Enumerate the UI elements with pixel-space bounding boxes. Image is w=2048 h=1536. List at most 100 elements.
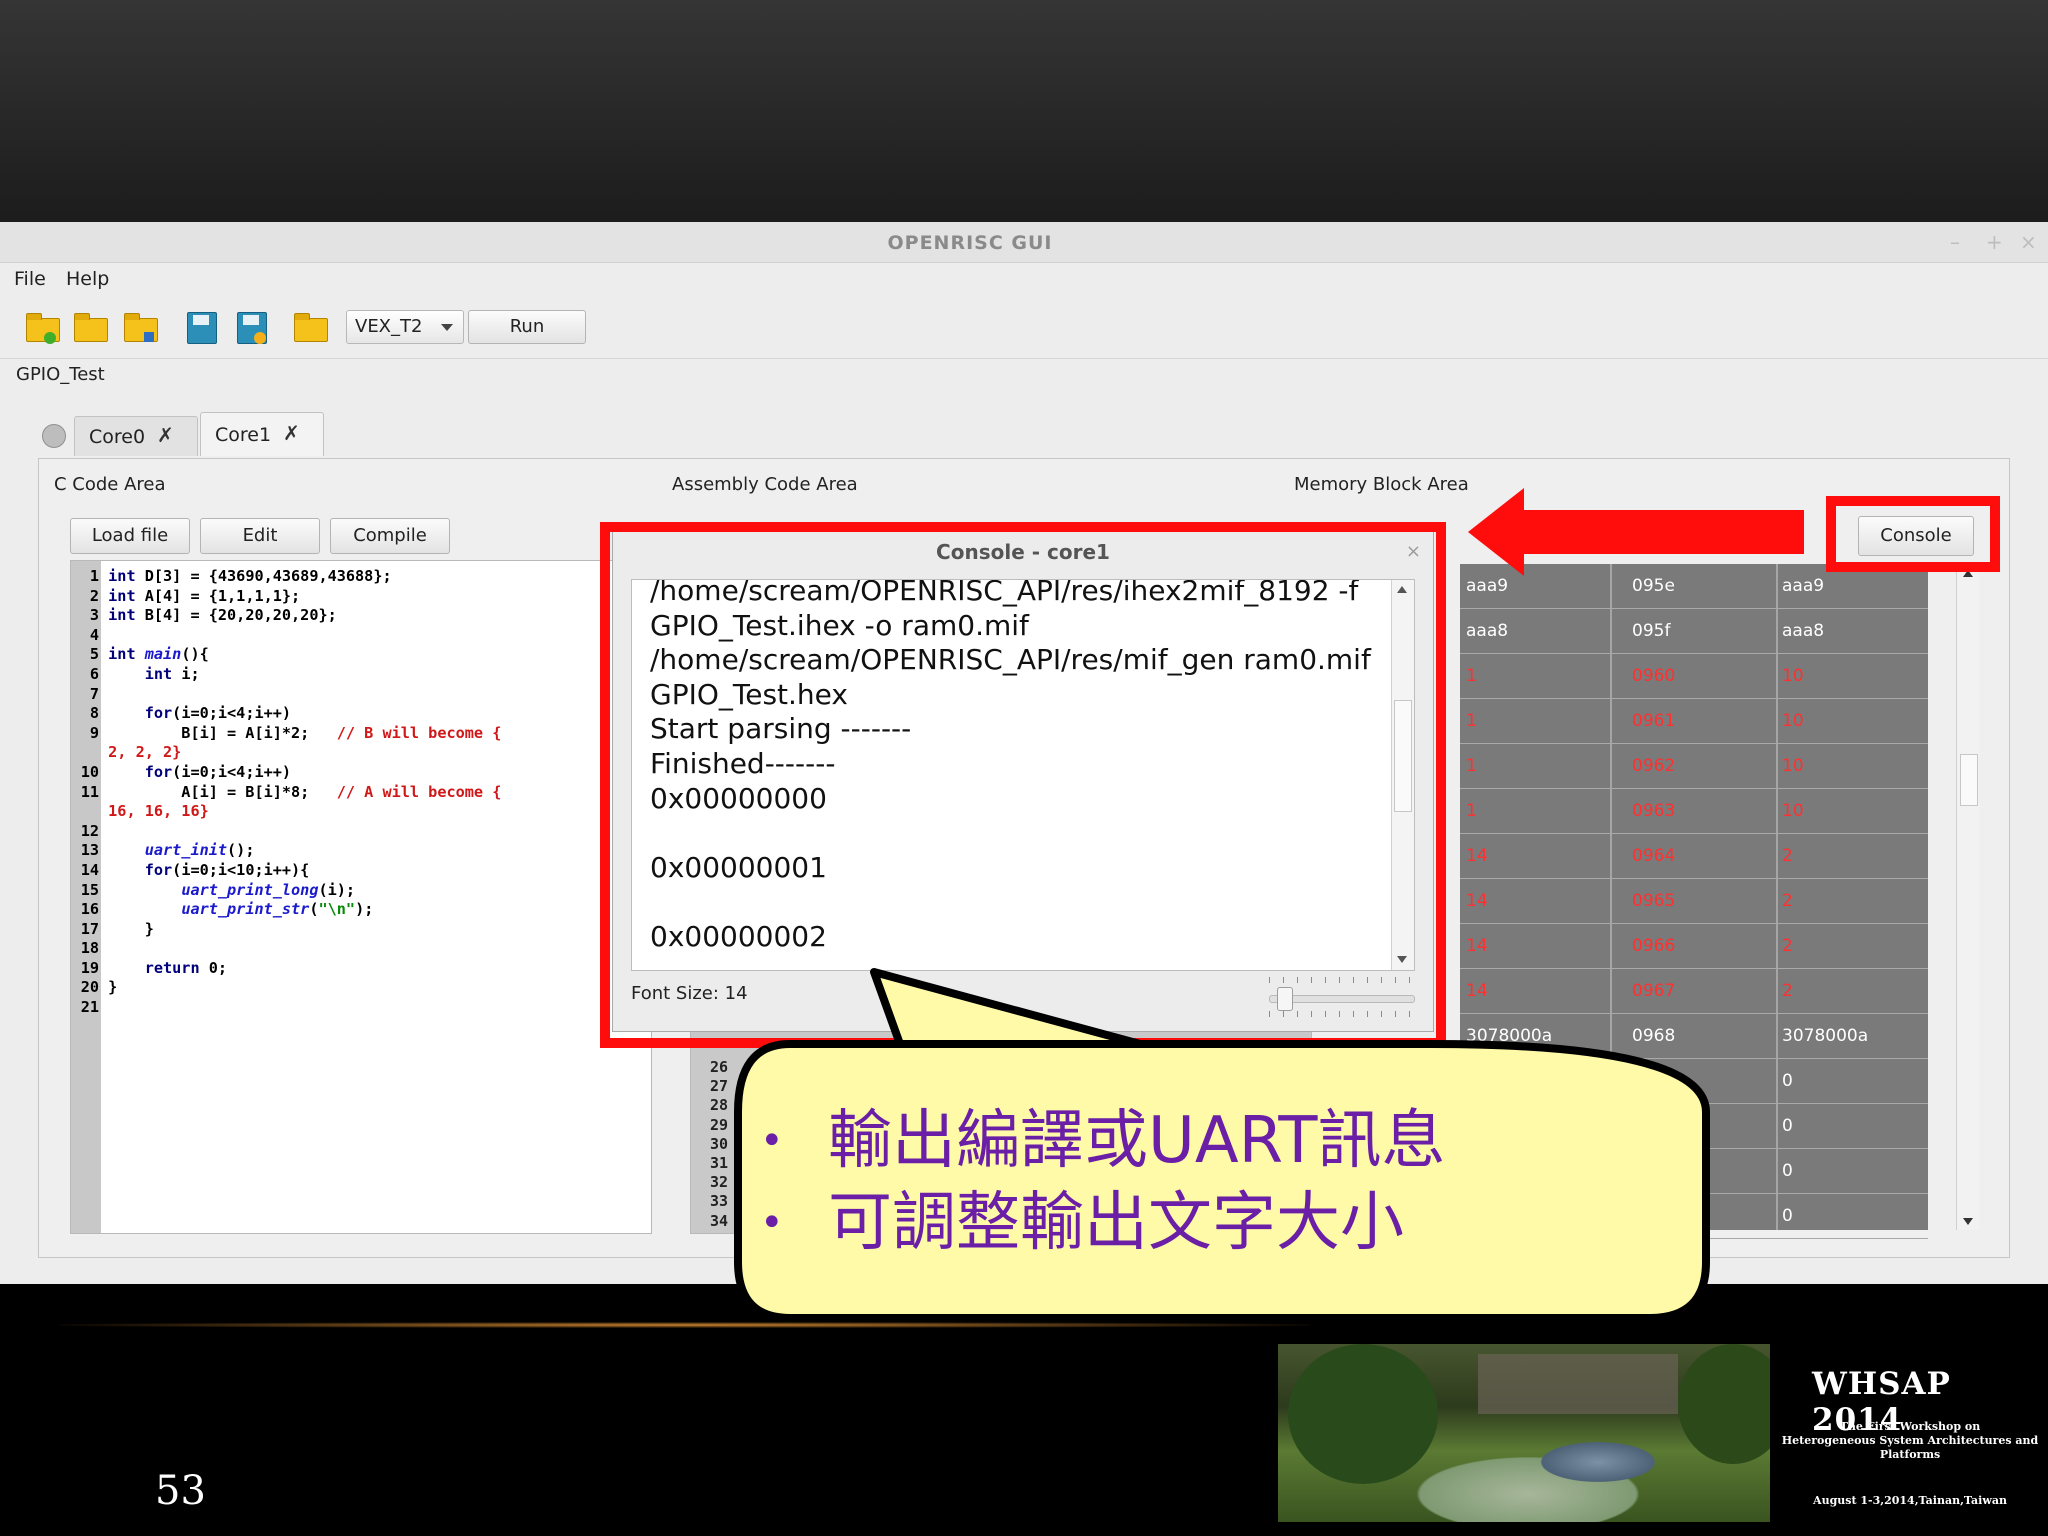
table-row[interactable]: 14 0964 2 (1460, 834, 1928, 879)
table-row[interactable]: aaa8 095f aaa8 (1460, 609, 1928, 654)
maximize-icon[interactable]: + (1986, 230, 2003, 254)
code-text: uart_print_str("\n"); (181, 900, 374, 919)
table-cell: 0965 (1632, 891, 1676, 911)
table-cell: 10 (1782, 666, 1804, 686)
c-code-area-label: C Code Area (54, 474, 166, 495)
line-number: 14 (80, 860, 99, 879)
project-name: GPIO_Test (16, 364, 105, 385)
table-cell: 0 (1782, 1206, 1793, 1226)
table-row[interactable]: 1 0961 10 (1460, 699, 1928, 744)
line-number: 6 (89, 664, 99, 683)
compile-button[interactable]: Compile (330, 518, 450, 554)
callout-text: • 輸出編譯或UART訊息 • 可調整輸出文字大小 (760, 1100, 1446, 1264)
code-line: 16 uart_print_str("\n"); (73, 900, 501, 920)
tab-core1[interactable]: Core1 ✗ (200, 412, 324, 456)
toolbar: VEX_T2 Run (0, 298, 2048, 359)
code-text: } (108, 919, 154, 938)
close-tab-icon[interactable]: ✗ (283, 421, 300, 445)
table-row[interactable]: 1 0963 10 (1460, 789, 1928, 834)
code-line: 19 return 0; (73, 959, 501, 979)
table-row[interactable]: 1 0962 10 (1460, 744, 1928, 789)
table-row[interactable]: 1 0960 10 (1460, 654, 1928, 699)
menu-help[interactable]: Help (66, 268, 109, 290)
menu-bar: File Help (0, 262, 2048, 298)
title-bar: OPENRISC GUI – + × (0, 222, 2048, 263)
load-file-button[interactable]: Load file (70, 518, 190, 554)
assembly-line-number: 32 (710, 1173, 729, 1192)
memory-scroll-thumb[interactable] (1960, 754, 1978, 806)
code-text: A[i] = B[i]*8; // A will become { (108, 782, 502, 801)
folder-icon[interactable] (292, 310, 328, 344)
code-line: 6 int i; (73, 665, 501, 685)
line-number: 1 (89, 567, 99, 585)
c-code-text: 1 int D[3] = {43690,43689,43688}; 2 int A… (73, 567, 502, 1018)
slide-number: 53 (155, 1468, 206, 1514)
code-text: 16, 16, 16} (108, 802, 209, 821)
code-text: uart_init(); (144, 841, 255, 860)
table-cell: 1 (1466, 711, 1477, 731)
table-cell: aaa8 (1782, 621, 1825, 641)
window-title: OPENRISC GUI (887, 232, 1053, 254)
assembly-area-label: Assembly Code Area (672, 474, 858, 495)
code-line: 16, 16, 16} (73, 802, 501, 822)
assembly-line-number: 28 (710, 1096, 729, 1115)
table-cell: 095e (1632, 576, 1675, 596)
table-cell: 14 (1466, 936, 1488, 956)
code-text: for(i=0;i<10;i++){ (144, 860, 310, 879)
close-tab-icon[interactable]: ✗ (157, 423, 174, 447)
target-select-value: VEX_T2 (355, 316, 423, 337)
table-cell: 14 (1466, 891, 1488, 911)
table-cell: 1 (1466, 666, 1477, 686)
line-number: 12 (80, 821, 99, 840)
new-folder-icon[interactable] (24, 310, 60, 344)
table-row[interactable]: 14 0965 2 (1460, 879, 1928, 924)
table-cell: 2 (1782, 936, 1793, 956)
assembly-line-number: 29 (710, 1115, 729, 1134)
save-icon[interactable] (184, 310, 220, 344)
folder-settings-icon[interactable] (122, 310, 158, 344)
code-line: 15 uart_print_long(i); (73, 881, 501, 901)
line-number: 7 (89, 684, 99, 703)
tab-core0[interactable]: Core0 ✗ (74, 416, 198, 456)
line-number: 17 (80, 919, 99, 938)
run-button[interactable]: Run (468, 310, 586, 344)
close-icon[interactable]: × (2020, 230, 2037, 254)
code-line: 11 A[i] = B[i]*8; // A will become { (73, 782, 502, 803)
table-cell: 0966 (1632, 936, 1676, 956)
code-line: 13 uart_init(); (73, 841, 501, 861)
line-number: 5 (89, 645, 99, 664)
c-code-editor[interactable]: 1 int D[3] = {43690,43689,43688}; 2 int A… (70, 560, 652, 1234)
code-text: 2, 2, 2} (108, 743, 182, 762)
target-select[interactable]: VEX_T2 (346, 310, 464, 344)
save-as-icon[interactable] (234, 310, 270, 344)
line-number: 2 (89, 586, 99, 605)
open-folder-icon[interactable] (72, 310, 108, 344)
code-line: 14 for(i=0;i<10;i++){ (73, 861, 501, 881)
code-text: } (108, 978, 118, 997)
table-cell: 10 (1782, 801, 1804, 821)
minimize-icon[interactable]: – (1950, 230, 1960, 254)
table-cell: aaa8 (1466, 621, 1509, 641)
code-line: 9 B[i] = A[i]*2; // B will become { (73, 723, 502, 744)
add-tab-icon[interactable] (42, 424, 66, 448)
console-button-highlight (1826, 496, 2000, 572)
menu-file[interactable]: File (14, 268, 46, 290)
slide-top-band (0, 0, 2048, 222)
table-cell: 2 (1782, 891, 1793, 911)
table-cell: 10 (1782, 756, 1804, 776)
memory-scrollbar[interactable] (1956, 564, 1979, 1230)
table-cell: 0960 (1632, 666, 1676, 686)
table-cell: 095f (1632, 621, 1671, 641)
memory-area-label: Memory Block Area (1294, 474, 1469, 495)
line-number: 18 (80, 939, 99, 958)
line-number: 9 (89, 723, 99, 742)
line-number: 11 (80, 782, 99, 801)
code-line: 18 (73, 939, 501, 959)
code-line: 2 int A[4] = {1,1,1,1}; (73, 587, 501, 607)
scroll-down-icon[interactable] (1963, 1218, 1973, 1225)
edit-button[interactable]: Edit (200, 518, 320, 554)
code-text: return 0; (144, 958, 228, 977)
assembly-line-number: 27 (710, 1077, 729, 1096)
callout-bullet: • 可調整輸出文字大小 (760, 1182, 1446, 1264)
code-line: 21 (73, 998, 501, 1018)
